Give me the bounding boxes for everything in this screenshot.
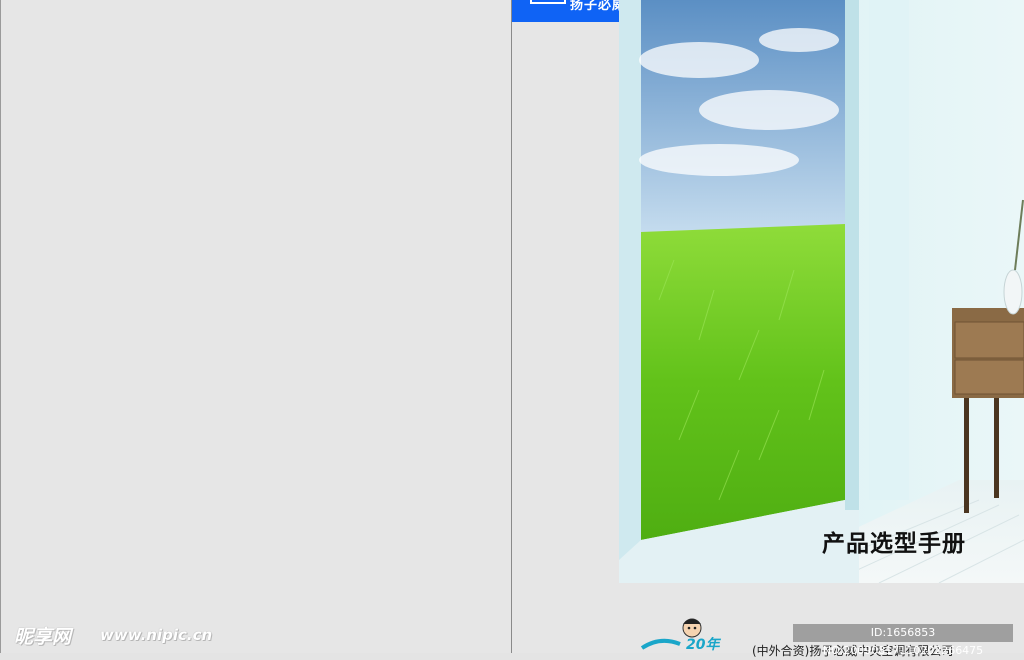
- window-mullion: [845, 0, 859, 510]
- left-page-blank: [0, 0, 511, 653]
- cover-photo: [619, 0, 1024, 583]
- watermark-site-url: www.nipic.cn: [100, 626, 213, 644]
- grass-field: [641, 224, 845, 540]
- tab-brand-text: 扬子必威: [570, 0, 627, 13]
- mascot-years-text: 20年: [686, 637, 720, 653]
- watermark-site-name: 昵享网: [14, 626, 72, 648]
- wall-pillar: [869, 0, 909, 500]
- tab-logo-box: [530, 0, 566, 4]
- mascot-logo: 20年: [640, 614, 732, 653]
- product-manual-title: 产品选型手册: [822, 531, 966, 557]
- image-id-badge: ID:1656853 NO:20090817110202266475: [793, 624, 1013, 657]
